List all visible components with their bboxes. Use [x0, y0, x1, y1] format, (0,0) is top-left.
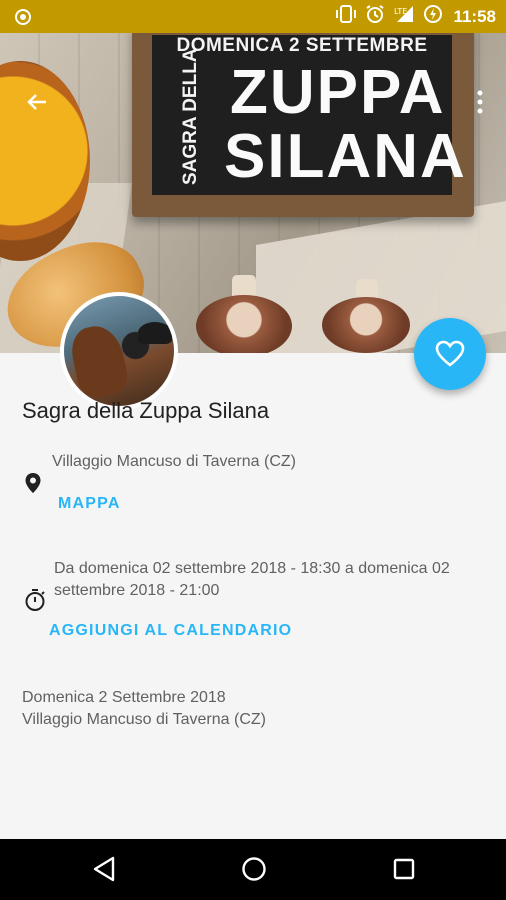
vibrate-icon — [335, 5, 357, 28]
favorite-button[interactable] — [414, 318, 486, 390]
timer-icon — [24, 588, 46, 612]
more-vert-icon[interactable] — [476, 89, 484, 115]
signal-icon: LTE — [393, 5, 415, 28]
alarm-icon — [365, 4, 385, 29]
back-arrow-icon[interactable] — [24, 89, 50, 115]
chalkboard-surface: DOMENICA 2 SETTEMBRE SAGRA DELLA ZUPPA S… — [152, 35, 465, 195]
battery-charging-icon — [423, 4, 443, 29]
chalkboard: DOMENICA 2 SETTEMBRE SAGRA DELLA ZUPPA S… — [132, 33, 474, 217]
status-bar: LTE 11:58 — [0, 0, 506, 33]
network-label: LTE — [394, 7, 407, 16]
mushroom-image — [322, 279, 410, 353]
nav-home-icon[interactable] — [241, 856, 267, 882]
event-hero-image: DOMENICA 2 SETTEMBRE SAGRA DELLA ZUPPA S… — [0, 33, 506, 353]
system-navigation-bar — [0, 839, 506, 900]
event-date-range: Da domenica 02 settembre 2018 - 18:30 a … — [54, 560, 450, 599]
board-side-text: SAGRA DELLA — [180, 48, 201, 185]
mushroom-image — [196, 275, 292, 353]
nav-recents-icon[interactable] — [392, 857, 416, 881]
organizer-avatar[interactable] — [60, 292, 178, 410]
notification-icon — [14, 8, 32, 31]
board-title-line2: SILANA — [224, 122, 467, 191]
event-location: Villaggio Mancuso di Taverna (CZ) — [52, 453, 296, 470]
description-line: Domenica 2 Settembre 2018 — [22, 689, 226, 706]
description-line: Villaggio Mancuso di Taverna (CZ) — [22, 711, 266, 728]
add-to-calendar-button[interactable]: AGGIUNGI AL CALENDARIO — [49, 622, 292, 640]
status-time: 11:58 — [453, 6, 496, 26]
status-icons: LTE 11:58 — [335, 0, 496, 33]
event-description: Domenica 2 Settembre 2018 Villaggio Manc… — [22, 687, 266, 731]
nav-back-icon[interactable] — [92, 856, 116, 882]
heart-outline-icon — [435, 340, 465, 367]
board-title-line1: ZUPPA — [230, 58, 446, 127]
map-button[interactable]: MAPPA — [58, 495, 121, 513]
location-pin-icon — [24, 472, 42, 494]
event-title: Sagra della Zuppa Silana — [22, 398, 270, 423]
